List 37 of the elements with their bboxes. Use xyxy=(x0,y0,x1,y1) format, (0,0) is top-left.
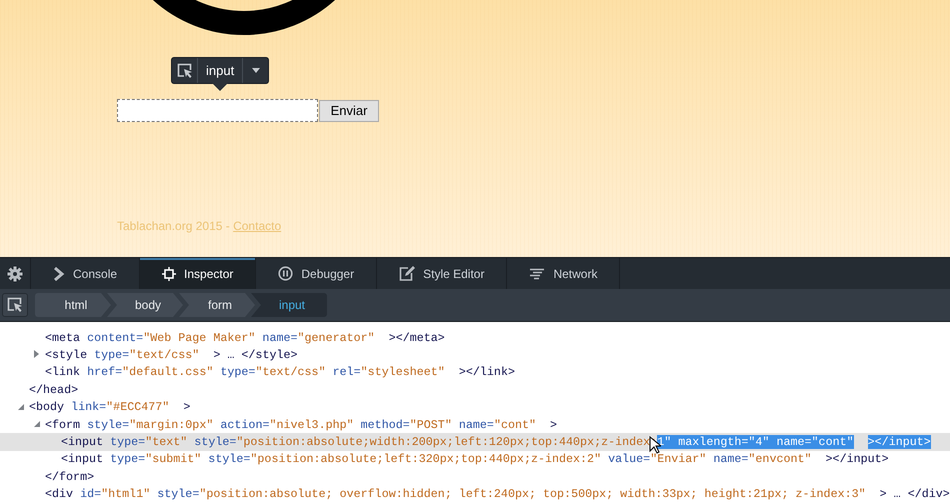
element-picker-icon xyxy=(176,62,192,78)
markup-line: <form style="margin:0px" action="nivel3.php" method="POST" name="cont" > xyxy=(45,418,558,432)
collapsed-triangle-icon[interactable] xyxy=(33,350,41,358)
markup-row[interactable]: <link href="default.css" type="text/css" rel="stylesheet" ></link> xyxy=(0,364,950,382)
markup-line: </head> xyxy=(29,382,78,397)
devtools-tab[interactable]: Inspector xyxy=(140,258,256,289)
breadcrumb[interactable]: body xyxy=(107,293,183,317)
markup-row[interactable]: <meta content="Web Page Maker" name="generator" ></meta> xyxy=(0,329,950,346)
box-icon xyxy=(162,266,176,280)
text-input-field[interactable] xyxy=(117,99,318,122)
submit-button[interactable]: Enviar xyxy=(319,100,379,122)
markup-line: <input type="submit" style="position:absolute;left:320px;top:440px;z-index:2" value="Enviar" name="envcont" ></input> xyxy=(61,452,889,466)
expanded-triangle-icon[interactable] xyxy=(17,402,25,411)
breadcrumb[interactable]: form xyxy=(179,293,255,317)
breadcrumb[interactable]: html xyxy=(35,293,111,317)
markup-row[interactable]: <input type="submit" style="position:absolute;left:320px;top:440px;z-index:2" value="Enviar" name="envcont" ></input> xyxy=(0,450,950,468)
element-picker-button[interactable] xyxy=(2,293,28,317)
element-picker-icon xyxy=(7,297,23,313)
footer-text: Tablachan.org 2015 - xyxy=(117,219,231,233)
markup-line: <style type="text/css" > … </style> xyxy=(45,348,298,362)
breadcrumb[interactable]: input xyxy=(251,293,327,317)
markup-line: </form> xyxy=(45,470,94,484)
markup-row[interactable]: <form style="margin:0px" action="nivel3.php" method="POST" name="cont" > xyxy=(0,416,950,434)
markup-line: <meta content="Web Page Maker" name="generator" ></meta> xyxy=(45,330,445,345)
markup-line: <body link="#ECC477" > xyxy=(29,400,190,414)
settings-icon xyxy=(7,266,23,282)
markup-row[interactable]: <div id="html1" style="position:absolute; overflow:hidden; left:240px; top:500px; width:33px; height:21px; z-index:3" > … </div> xyxy=(0,486,950,503)
pause-icon xyxy=(278,266,294,281)
markup-line: <div id="html1" style="position:absolute; overflow:hidden; left:240px; top:500px; width:33px; height:21px; z-index:3" > … </div> xyxy=(45,487,950,502)
expanded-triangle-icon[interactable] xyxy=(33,420,41,428)
markup-row[interactable]: <body link="#ECC477" > xyxy=(0,398,950,416)
caret-icon xyxy=(252,68,260,73)
lines-icon xyxy=(529,268,546,280)
markup-line: <link href="default.css" type="text/css" rel="stylesheet" ></link> xyxy=(45,365,515,380)
markup-row[interactable]: <style type="text/css" > … </style> xyxy=(0,346,950,364)
pencil-icon xyxy=(399,266,416,281)
chevron-icon xyxy=(53,266,65,280)
